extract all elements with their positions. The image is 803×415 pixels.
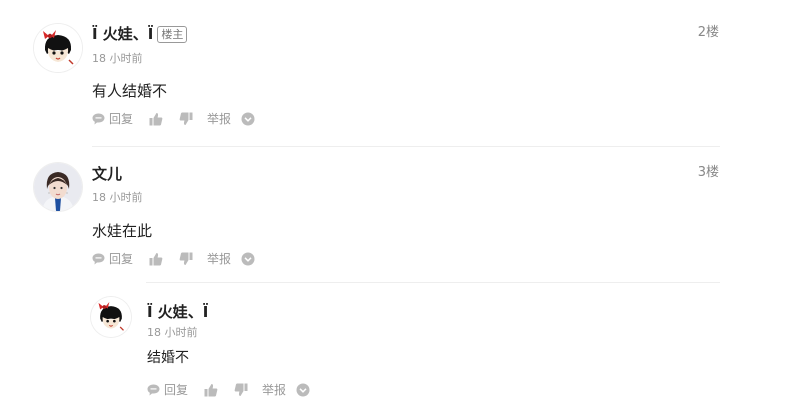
more-options-button[interactable] — [241, 252, 255, 266]
more-options-button[interactable] — [296, 383, 310, 397]
username[interactable]: 文儿 — [92, 165, 122, 183]
avatar[interactable] — [34, 24, 82, 72]
cartoon-girl-avatar-icon — [91, 297, 131, 337]
like-button[interactable] — [149, 112, 163, 126]
report-button[interactable]: 举报 — [262, 382, 286, 398]
report-label: 举报 — [262, 383, 287, 397]
dislike-button[interactable] — [179, 252, 193, 266]
thumbs-up-icon — [204, 384, 218, 397]
reply-button[interactable]: 回复 — [147, 382, 188, 398]
more-options-button[interactable] — [241, 112, 255, 126]
comment-text: 有人结婚不 — [92, 82, 168, 100]
chevron-down-circle-icon — [296, 383, 310, 397]
like-button[interactable] — [204, 383, 218, 397]
reply-button[interactable]: 回复 — [92, 111, 133, 127]
timestamp: 18 小时前 — [92, 191, 143, 204]
username-text: Ï 火娃、Ï — [147, 303, 209, 321]
thumbs-up-icon — [149, 253, 163, 266]
comment-actions: 回复 举报 — [92, 251, 255, 267]
comment-text: 结婚不 — [147, 350, 189, 366]
username[interactable]: Ï 火娃、Ï — [147, 303, 208, 321]
username-text: 文儿 — [92, 165, 123, 183]
dislike-button[interactable] — [234, 383, 248, 397]
reply-label: 回复 — [164, 383, 189, 397]
chevron-down-circle-icon — [241, 252, 255, 266]
thumbs-down-icon — [234, 383, 248, 396]
thumbs-down-icon — [179, 112, 193, 125]
username[interactable]: Ï 火娃、Ï 楼主 — [92, 25, 188, 43]
avatar[interactable] — [34, 163, 82, 211]
reply-button[interactable]: 回复 — [92, 251, 133, 267]
timestamp: 18 小时前 — [92, 52, 143, 65]
chevron-down-circle-icon — [241, 112, 255, 126]
op-badge: 楼主 — [157, 26, 188, 43]
comment-text: 水娃在此 — [92, 222, 153, 240]
comment-actions: 回复 举报 — [92, 111, 255, 127]
thumbs-up-icon — [149, 113, 163, 126]
reply-label: 回复 — [109, 252, 134, 266]
floor-number: 3楼 — [697, 165, 719, 180]
dislike-button[interactable] — [179, 112, 193, 126]
photo-girl-avatar-icon — [34, 163, 82, 211]
comment-divider — [92, 146, 720, 147]
thumbs-down-icon — [179, 252, 193, 265]
report-button[interactable]: 举报 — [207, 251, 231, 267]
floor-number: 2楼 — [697, 25, 719, 40]
reply-divider — [146, 282, 720, 283]
report-label: 举报 — [207, 252, 232, 266]
speech-bubble-icon — [92, 113, 105, 125]
cartoon-girl-avatar-icon — [34, 24, 82, 72]
timestamp: 18 小时前 — [147, 326, 198, 339]
avatar[interactable] — [91, 297, 131, 337]
reply-label: 回复 — [109, 112, 134, 126]
like-button[interactable] — [149, 252, 163, 266]
speech-bubble-icon — [147, 384, 160, 396]
report-label: 举报 — [207, 112, 232, 126]
comment-actions: 回复 举报 — [147, 382, 310, 398]
speech-bubble-icon — [92, 253, 105, 265]
report-button[interactable]: 举报 — [207, 111, 231, 127]
username-text: Ï 火娃、Ï — [92, 25, 154, 43]
